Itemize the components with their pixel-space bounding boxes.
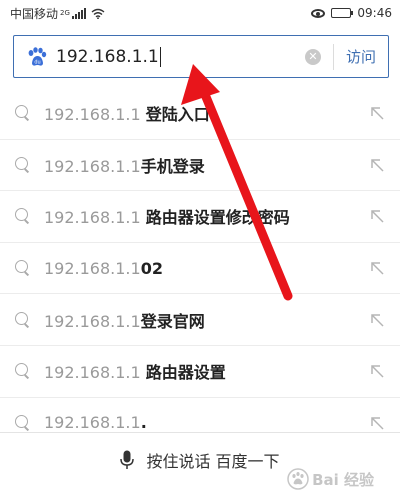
suggestion-prefix: 192.168.1.1 bbox=[44, 156, 141, 176]
suggestion-text: 192.168.1.1登录官网 bbox=[44, 308, 205, 332]
search-icon bbox=[14, 104, 32, 122]
suggestion-keyword: 手机登录 bbox=[140, 156, 205, 176]
status-bar: 中国移动 2G 09:46 bbox=[0, 0, 400, 26]
fill-arrow-icon[interactable] bbox=[368, 207, 386, 225]
suggestion-keyword: . bbox=[140, 413, 147, 433]
suggestion-text: 192.168.1.1 登陆入口 bbox=[44, 101, 210, 125]
fill-arrow-icon[interactable] bbox=[368, 362, 386, 380]
clock: 09:46 bbox=[357, 6, 392, 20]
suggestion-row[interactable]: 192.168.1.1手机登录 bbox=[0, 140, 400, 192]
fill-arrow-icon[interactable] bbox=[368, 104, 386, 122]
divider bbox=[332, 43, 334, 70]
suggestion-keyword: 02 bbox=[140, 258, 163, 278]
suggestion-text: 192.168.1.1手机登录 bbox=[44, 153, 205, 177]
eye-comfort-icon bbox=[311, 8, 326, 18]
status-right: 09:46 bbox=[311, 6, 392, 20]
search-icon bbox=[14, 156, 32, 174]
suggestion-prefix: 192.168.1.1 bbox=[44, 363, 146, 383]
voice-search-label: 按住说话 百度一下 bbox=[146, 451, 280, 471]
suggestion-keyword: 路由器设置 bbox=[145, 363, 226, 383]
clear-icon[interactable]: ✕ bbox=[304, 48, 321, 65]
suggestion-row[interactable]: 192.168.1.1登录官网 bbox=[0, 294, 400, 346]
watermark-text: Bai 经验 bbox=[312, 470, 374, 489]
suggestion-text: 192.168.1.102 bbox=[44, 259, 163, 278]
wifi-icon bbox=[91, 8, 105, 19]
suggestion-row[interactable]: 192.168.1.102 bbox=[0, 243, 400, 295]
search-icon bbox=[14, 362, 32, 380]
fill-arrow-icon[interactable] bbox=[368, 259, 386, 277]
visit-button[interactable]: 访问 bbox=[346, 46, 376, 67]
suggestion-row[interactable]: 192.168.1.1 路由器设置修改密码 bbox=[0, 191, 400, 243]
baidu-jingyan-logo bbox=[287, 468, 309, 490]
suggestion-keyword: 登录官网 bbox=[140, 311, 205, 331]
suggestion-prefix: 192.168.1.1 bbox=[44, 208, 146, 228]
suggestion-keyword: 登陆入口 bbox=[145, 105, 210, 125]
suggestion-row[interactable]: 192.168.1.1 路由器设置 bbox=[0, 346, 400, 398]
search-icon bbox=[14, 311, 32, 329]
suggestion-prefix: 192.168.1.1 bbox=[44, 311, 141, 331]
network-type: 2G bbox=[60, 9, 70, 17]
search-icon bbox=[14, 207, 32, 225]
suggestion-row[interactable]: 192.168.1.1 登陆入口 bbox=[0, 88, 400, 140]
url-input[interactable]: 192.168.1.1 bbox=[56, 46, 162, 67]
suggestion-prefix: 192.168.1.1 bbox=[44, 413, 141, 433]
battery-icon bbox=[331, 8, 354, 18]
text-caret bbox=[159, 46, 162, 67]
suggestion-prefix: 192.168.1.1 bbox=[44, 105, 146, 125]
suggestion-list: 192.168.1.1 登陆入口 192.168.1.1手机登录 192.168.1… bbox=[0, 88, 400, 450]
search-icon bbox=[14, 414, 32, 432]
suggestion-prefix: 192.168.1.1 bbox=[44, 258, 141, 278]
signal-icon bbox=[71, 7, 86, 19]
baidu-paw-icon: du bbox=[28, 46, 47, 66]
url-value: 192.168.1.1 bbox=[56, 46, 159, 67]
suggestion-text: 192.168.1.1. bbox=[44, 413, 147, 432]
search-icon bbox=[14, 259, 32, 277]
address-bar[interactable]: du 192.168.1.1 ✕ 访问 bbox=[13, 35, 389, 78]
suggestion-text: 192.168.1.1 路由器设置 bbox=[44, 359, 226, 383]
watermark: Bai 经验 bbox=[287, 468, 374, 490]
fill-arrow-icon[interactable] bbox=[368, 156, 386, 174]
suggestion-keyword: 路由器设置修改密码 bbox=[145, 208, 290, 228]
fill-arrow-icon[interactable] bbox=[368, 414, 386, 432]
carrier-name: 中国移动 bbox=[10, 6, 59, 21]
fill-arrow-icon[interactable] bbox=[368, 311, 386, 329]
svg-text:du: du bbox=[34, 59, 40, 65]
microphone-icon bbox=[120, 450, 135, 469]
suggestion-text: 192.168.1.1 路由器设置修改密码 bbox=[44, 204, 290, 228]
